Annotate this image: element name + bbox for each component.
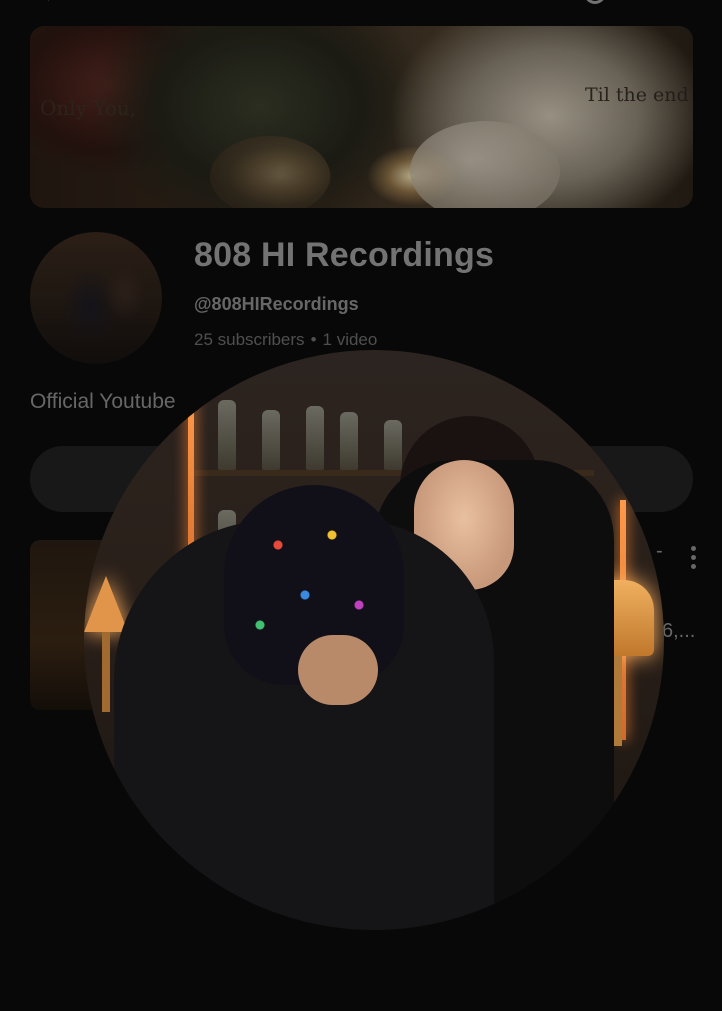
bottle [218, 400, 236, 470]
channel-page: Only You, Til the end 808 HI Recordings … [0, 0, 722, 1011]
table-lamp-right-stand [614, 656, 622, 746]
bottle [262, 410, 280, 470]
table-lamp-left [84, 576, 128, 632]
bottle [384, 420, 402, 470]
bottle [306, 406, 324, 470]
table-lamp-left-stand [102, 632, 110, 712]
enlarged-profile-photo[interactable] [84, 350, 664, 930]
man-face [298, 635, 378, 705]
bottle [340, 412, 358, 470]
